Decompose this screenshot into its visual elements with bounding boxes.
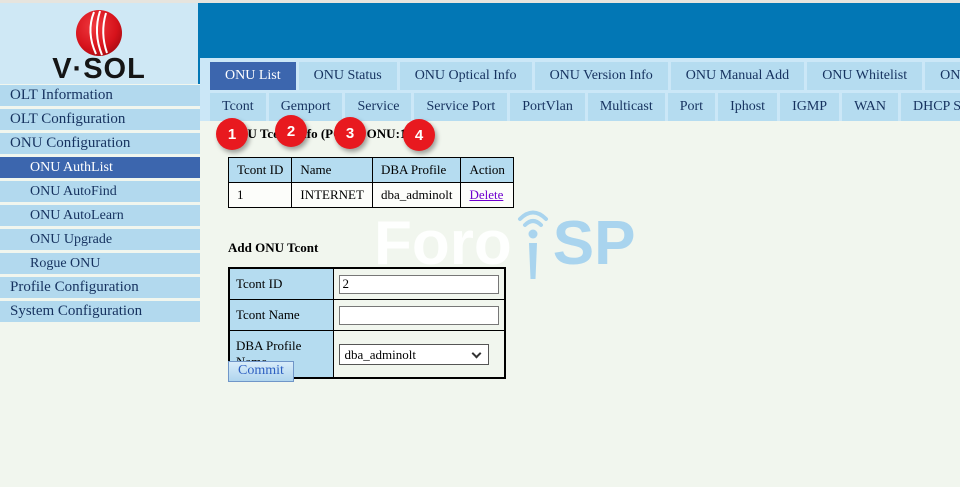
header-tcont-id: Tcont ID — [229, 158, 292, 183]
wifi-antenna-icon — [514, 203, 552, 279]
dba-profile-selected-value: dba_adminolt — [345, 347, 417, 362]
brand-logo-text: V·SOL — [52, 56, 146, 82]
cell-tcont-id: 1 — [229, 183, 292, 208]
callout-1: 1 — [216, 118, 248, 150]
callout-2: 2 — [275, 115, 307, 147]
sidebar-item-onu-configuration[interactable]: ONU Configuration — [0, 133, 200, 154]
sidebar: V·SOL OLT Information OLT Configuration … — [0, 3, 200, 325]
header-dba-profile: DBA Profile — [372, 158, 461, 183]
foroisp-watermark: Foro SP — [374, 203, 635, 273]
tab-igmp[interactable]: IGMP — [780, 93, 839, 121]
tab-onu-statistics[interactable]: ONU Statistics — [925, 62, 960, 90]
watermark-text-sp: SP — [553, 215, 636, 273]
tcont-name-label: Tcont Name — [229, 300, 333, 331]
tab-service-port[interactable]: Service Port — [414, 93, 507, 121]
header-name: Name — [292, 158, 373, 183]
delete-link[interactable]: Delete — [469, 187, 503, 202]
tab-iphost[interactable]: Iphost — [718, 93, 777, 121]
tab-port[interactable]: Port — [668, 93, 715, 121]
tcont-table-header-row: Tcont ID Name DBA Profile Action — [229, 158, 514, 183]
tab-onu-status[interactable]: ONU Status — [299, 62, 397, 90]
tcont-id-label: Tcont ID — [229, 268, 333, 300]
sidebar-menu: OLT Information OLT Configuration ONU Co… — [0, 85, 200, 322]
tab-onu-whitelist[interactable]: ONU Whitelist — [807, 62, 922, 90]
tab-onu-list[interactable]: ONU List — [210, 62, 296, 90]
cell-name: INTERNET — [292, 183, 373, 208]
tab-row-services: TcontGemportServiceService PortPortVlanM… — [200, 90, 960, 121]
sidebar-item-onu-autolearn[interactable]: ONU AutoLearn — [0, 205, 200, 226]
tab-onu-optical-info[interactable]: ONU Optical Info — [400, 62, 532, 90]
sidebar-item-olt-information[interactable]: OLT Information — [0, 85, 200, 106]
sidebar-item-olt-configuration[interactable]: OLT Configuration — [0, 109, 200, 130]
top-banner — [200, 3, 960, 58]
sidebar-item-rogue-onu[interactable]: Rogue ONU — [0, 253, 200, 274]
tab-portvlan[interactable]: PortVlan — [510, 93, 585, 121]
tcont-info-table: Tcont ID Name DBA Profile Action 1 INTER… — [228, 157, 514, 208]
cell-dba-profile: dba_adminolt — [372, 183, 461, 208]
callout-3: 3 — [334, 117, 366, 149]
tab-gemport[interactable]: Gemport — [269, 93, 343, 121]
vsol-ball-icon — [74, 8, 124, 58]
sidebar-item-profile-configuration[interactable]: Profile Configuration — [0, 277, 200, 298]
sidebar-item-onu-autofind[interactable]: ONU AutoFind — [0, 181, 200, 202]
tab-wan[interactable]: WAN — [842, 93, 898, 121]
tab-row-onu: ONU ListONU StatusONU Optical InfoONU Ve… — [200, 58, 960, 90]
header-action: Action — [461, 158, 513, 183]
sidebar-item-system-configuration[interactable]: System Configuration — [0, 301, 200, 322]
tab-service[interactable]: Service — [345, 93, 411, 121]
form-row-tcont-name: Tcont Name — [229, 300, 505, 331]
tcont-name-input[interactable] — [339, 306, 499, 325]
tab-onu-version-info[interactable]: ONU Version Info — [535, 62, 668, 90]
logo-panel: V·SOL — [0, 3, 200, 84]
watermark-text-foro: Foro — [374, 215, 512, 273]
sidebar-item-onu-authlist[interactable]: ONU AuthList — [0, 157, 200, 178]
sidebar-item-onu-upgrade[interactable]: ONU Upgrade — [0, 229, 200, 250]
page-title: ONU Tcont Info (PON:1 ONU:1) — [228, 126, 411, 142]
tab-tcont[interactable]: Tcont — [210, 93, 266, 121]
tab-dhcp-server[interactable]: DHCP Server — [901, 93, 960, 121]
callout-4: 4 — [403, 119, 435, 151]
tab-onu-manual-add[interactable]: ONU Manual Add — [671, 62, 804, 90]
dba-profile-select[interactable]: dba_adminolt — [339, 344, 489, 365]
tcont-table-row: 1 INTERNET dba_adminolt Delete — [229, 183, 514, 208]
chevron-down-icon — [471, 348, 481, 358]
form-row-tcont-id: Tcont ID — [229, 268, 505, 300]
tab-multicast[interactable]: Multicast — [588, 93, 665, 121]
tcont-id-input[interactable] — [339, 275, 499, 294]
commit-button[interactable]: Commit — [228, 361, 294, 382]
add-onu-tcont-heading: Add ONU Tcont — [228, 240, 318, 256]
